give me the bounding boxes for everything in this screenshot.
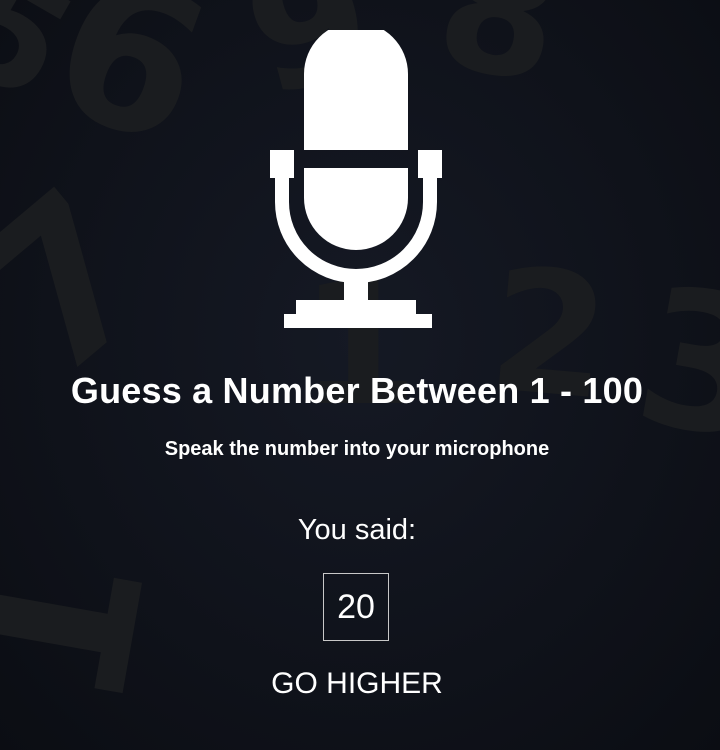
game-panel: Guess a Number Between 1 - 100 Speak the… (0, 0, 720, 750)
page-title: Guess a Number Between 1 - 100 (70, 370, 644, 411)
instruction-text: Speak the number into your microphone (164, 438, 550, 460)
spoken-number-box: 20 (323, 573, 389, 641)
spoken-number: 20 (337, 587, 375, 626)
hint-message: GO HIGHER (271, 667, 443, 700)
you-said-label: You said: (297, 514, 417, 546)
microphone-icon (270, 30, 442, 328)
